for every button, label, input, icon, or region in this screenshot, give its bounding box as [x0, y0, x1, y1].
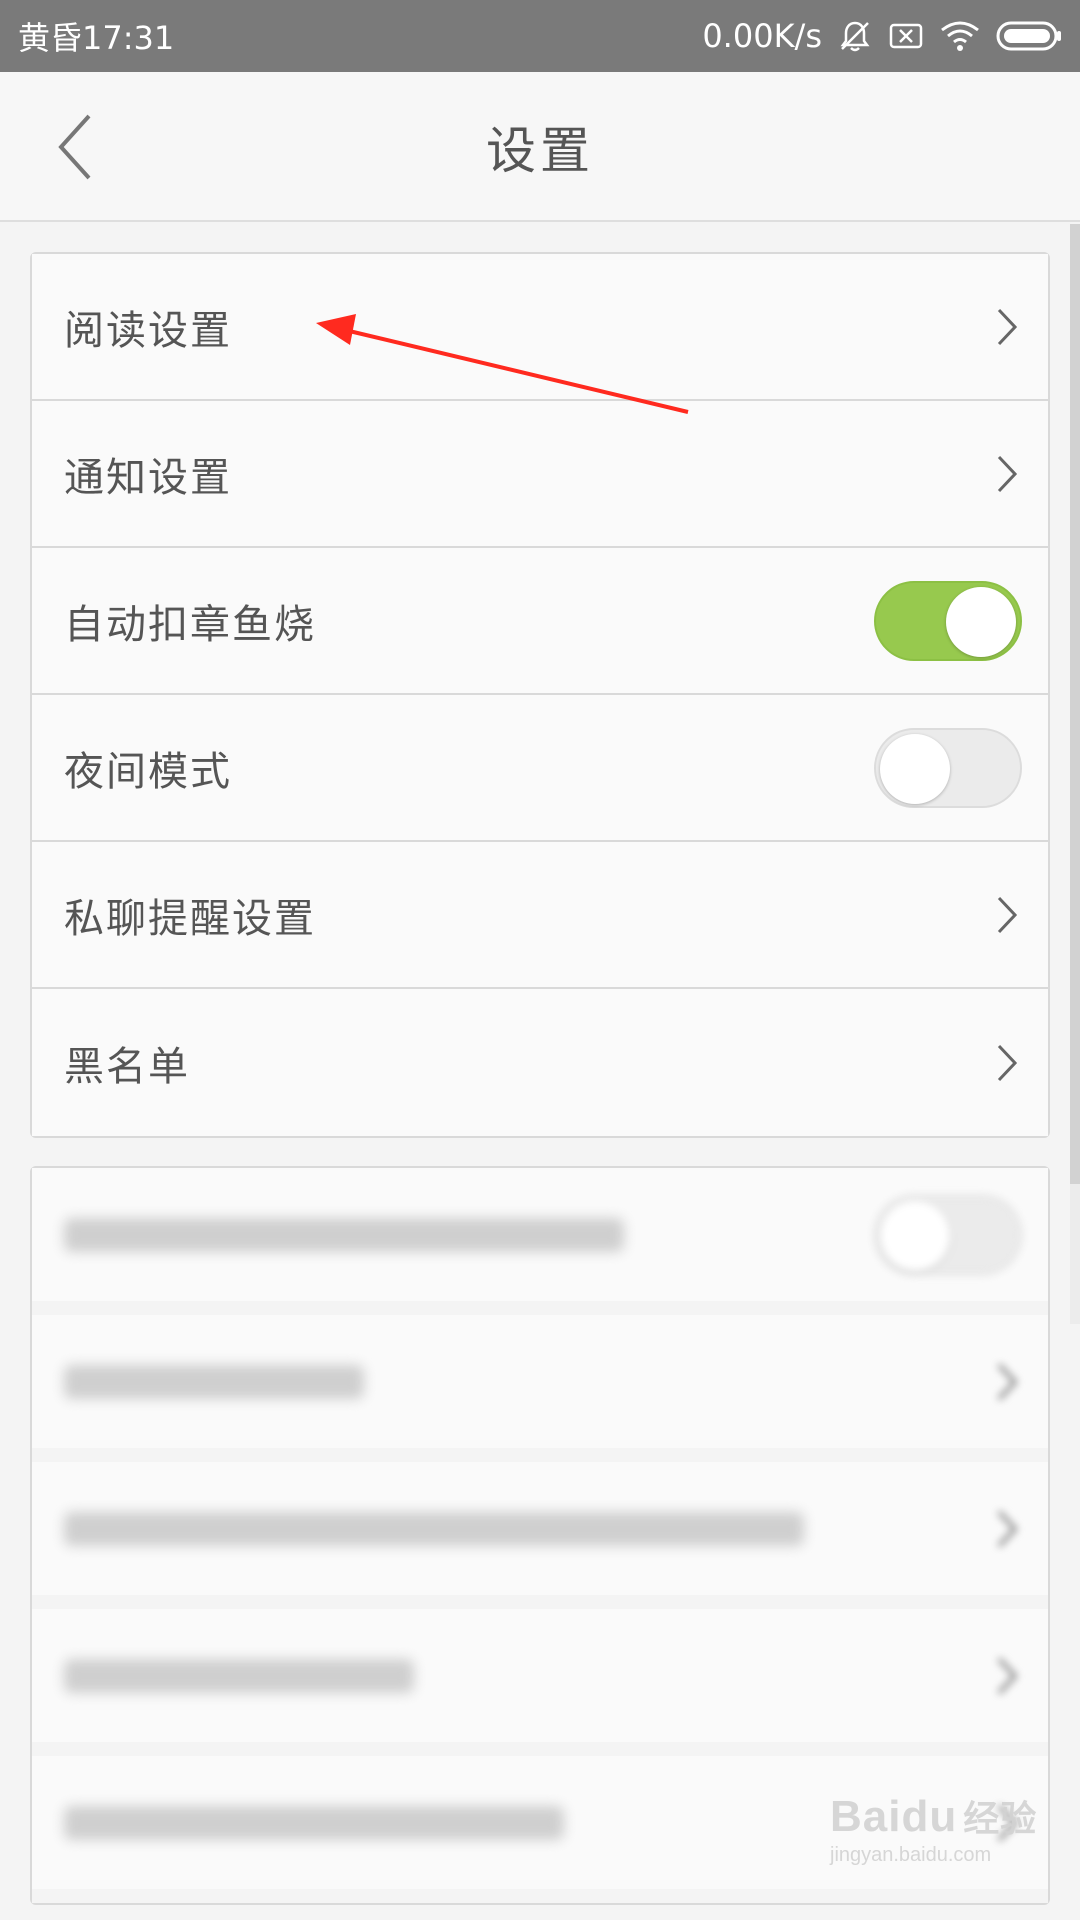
settings-content: 阅读设置 通知设置 自动扣章鱼烧 夜间模式 私聊提醒设置 黑名单 [0, 224, 1080, 1920]
blurred-setting-row [32, 1168, 1048, 1315]
chevron-right-icon [992, 1041, 1022, 1085]
blurred-label [64, 1217, 624, 1252]
status-bar: 黄昏17:31 0.00K/s [0, 0, 1080, 72]
setting-label: 夜间模式 [64, 748, 232, 795]
watermark-url: jingyan.baidu.com [830, 1844, 992, 1866]
setting-label: 自动扣章鱼烧 [64, 601, 316, 648]
setting-private-chat-reminder[interactable]: 私聊提醒设置 [32, 842, 1048, 989]
auto-deduct-toggle[interactable] [874, 580, 1022, 661]
setting-reading[interactable]: 阅读设置 [32, 254, 1048, 401]
chevron-right-icon [992, 1360, 1022, 1404]
toggle-knob [880, 1200, 950, 1271]
toggle-knob [880, 733, 950, 804]
blurred-label [64, 1805, 564, 1840]
scrollbar[interactable] [1070, 224, 1080, 1324]
setting-label: 私聊提醒设置 [64, 895, 316, 942]
blurred-setting-row[interactable] [32, 1462, 1048, 1609]
setting-blacklist[interactable]: 黑名单 [32, 989, 1048, 1136]
chevron-right-icon [992, 305, 1022, 349]
blurred-label [64, 1658, 414, 1693]
setting-label: 阅读设置 [64, 307, 232, 354]
setting-label: 通知设置 [64, 454, 232, 501]
blurred-label [64, 1511, 804, 1546]
status-time: 黄昏17:31 [18, 19, 175, 57]
chevron-right-icon [992, 1654, 1022, 1698]
chevron-left-icon [58, 114, 91, 180]
setting-night-mode: 夜间模式 [32, 695, 1048, 842]
page-title: 设置 [486, 122, 594, 180]
setting-auto-deduct: 自动扣章鱼烧 [32, 548, 1048, 695]
watermark-brand: Baidu 经验 [830, 1792, 1038, 1841]
battery-icon [996, 20, 1062, 52]
back-button[interactable] [30, 100, 120, 194]
scrollbar-thumb[interactable] [1070, 224, 1080, 1184]
blurred-label [64, 1364, 364, 1399]
sim-off-icon [888, 21, 924, 51]
status-icons: 0.00K/s [702, 17, 1062, 55]
chevron-right-icon [992, 1507, 1022, 1551]
settings-group-primary: 阅读设置 通知设置 自动扣章鱼烧 夜间模式 私聊提醒设置 黑名单 [30, 252, 1050, 1138]
network-speed: 0.00K/s [702, 17, 822, 55]
header: 设置 [0, 72, 1080, 222]
setting-label: 黑名单 [64, 1043, 190, 1090]
night-mode-toggle[interactable] [874, 727, 1022, 808]
chevron-right-icon [992, 452, 1022, 496]
setting-notification[interactable]: 通知设置 [32, 401, 1048, 548]
bell-off-icon [838, 19, 872, 53]
wifi-icon [940, 20, 980, 52]
blurred-setting-row[interactable] [32, 1609, 1048, 1756]
toggle-knob [946, 586, 1016, 657]
baidu-watermark: Baidu 经验 jingyan.baidu.com [830, 1790, 1040, 1900]
blurred-toggle[interactable] [874, 1194, 1022, 1275]
chevron-right-icon [992, 893, 1022, 937]
blurred-setting-row[interactable] [32, 1315, 1048, 1462]
